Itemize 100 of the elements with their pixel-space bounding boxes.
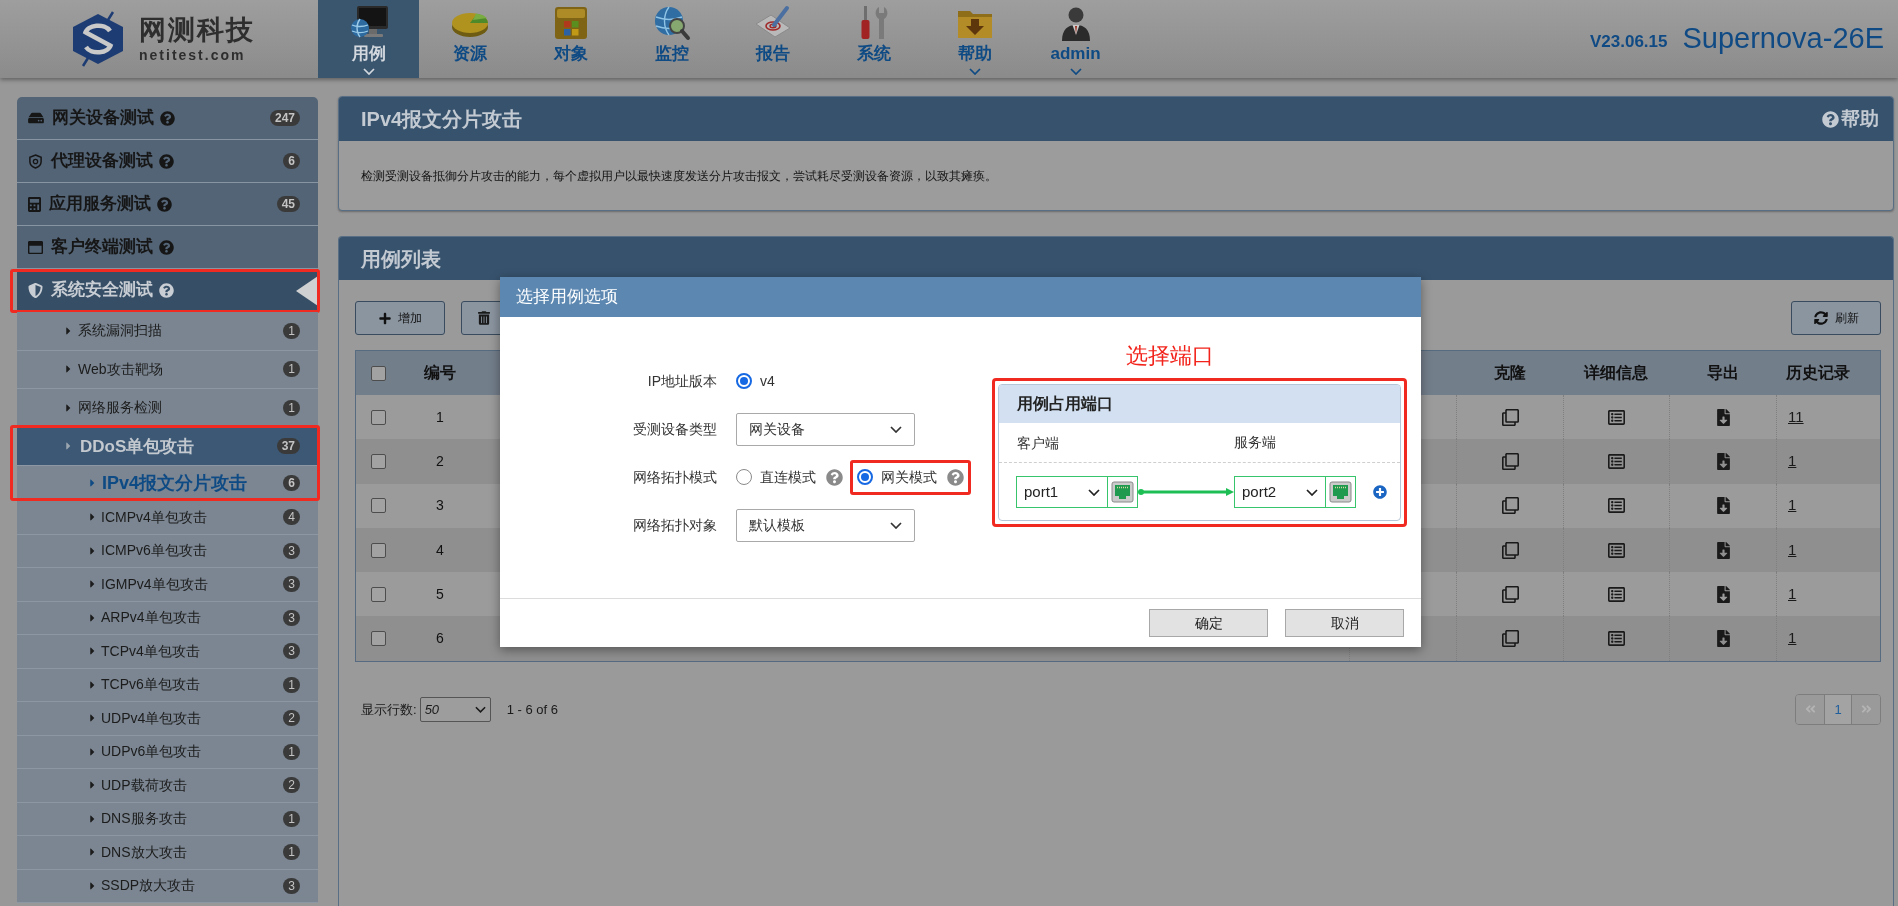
- list-icon[interactable]: [1608, 408, 1625, 426]
- shield-icon: [28, 153, 43, 169]
- select-field[interactable]: 默认模板: [736, 508, 915, 542]
- count-badge: 6: [283, 153, 300, 169]
- list-icon[interactable]: [1608, 630, 1625, 648]
- count-badge: 3: [283, 877, 300, 894]
- copy-icon[interactable]: [1501, 497, 1519, 515]
- select-field[interactable]: 网关设备: [736, 412, 915, 446]
- count-badge: 6: [283, 475, 300, 491]
- chevron-down-icon: [890, 521, 902, 529]
- help-icon[interactable]: [159, 239, 174, 255]
- port-panel-title: 用例占用端口: [1017, 394, 1113, 414]
- sidebar-category[interactable]: 代理设备测试 6: [17, 140, 318, 183]
- dialog-button[interactable]: 取消: [1285, 609, 1404, 637]
- select-all-checkbox[interactable]: [371, 365, 386, 381]
- product-name: Supernova-26E: [1682, 21, 1884, 57]
- sidebar-item[interactable]: DNS放大攻击 1: [17, 836, 318, 870]
- row-checkbox[interactable]: [371, 453, 386, 469]
- sidebar-item[interactable]: TCPv4单包攻击 3: [17, 635, 318, 669]
- sidebar-item[interactable]: UDPv4单包攻击 2: [17, 702, 318, 736]
- count-badge: 1: [283, 844, 300, 861]
- panel-title: 用例列表: [361, 246, 441, 272]
- help-icon[interactable]: [159, 153, 174, 169]
- shield-icon: [28, 282, 43, 298]
- sidebar-item[interactable]: ARPv4单包攻击 3: [17, 601, 318, 635]
- sidebar-item[interactable]: ICMPv6单包攻击 3: [17, 534, 318, 568]
- calculator-icon: [28, 196, 41, 212]
- sidebar-item[interactable]: DDoS单包攻击 37: [17, 427, 318, 466]
- help-icon[interactable]: [157, 196, 172, 212]
- history-link[interactable]: 11: [1788, 405, 1804, 429]
- sidebar-item[interactable]: UDP载荷攻击 2: [17, 769, 318, 803]
- chevron-down-icon: [474, 705, 486, 713]
- add-port-icon[interactable]: [1373, 485, 1387, 499]
- file-download-icon[interactable]: [1716, 497, 1730, 515]
- plus-icon: [378, 311, 391, 325]
- chevron-down-icon: [890, 425, 902, 433]
- logo-domain: netitest.com: [139, 47, 247, 63]
- table-cell-text: 5: [436, 584, 444, 604]
- sidebar-item[interactable]: ICMPv4单包攻击 4: [17, 501, 318, 535]
- radio-button[interactable]: [736, 373, 752, 389]
- file-download-icon[interactable]: [1716, 630, 1730, 648]
- sidebar-item[interactable]: TCPv6单包攻击 1: [17, 668, 318, 702]
- port-select[interactable]: port1: [1016, 476, 1107, 508]
- port-select[interactable]: port2: [1234, 476, 1325, 508]
- sidebar-item[interactable]: Web攻击靶场 1: [17, 350, 318, 389]
- chevron-down-icon: [968, 68, 981, 75]
- radio-label: 直连模式: [760, 467, 816, 487]
- row-checkbox[interactable]: [371, 631, 386, 647]
- version-label: V23.06.15: [1589, 31, 1668, 54]
- help-icon[interactable]: [947, 468, 964, 486]
- add-button[interactable]: 增加: [355, 301, 445, 335]
- copy-icon[interactable]: [1501, 452, 1519, 470]
- nav-tab[interactable]: 用例: [318, 0, 419, 78]
- sidebar-item[interactable]: SSDP放大攻击 3: [17, 869, 318, 903]
- sidebar-item[interactable]: UDPv6单包攻击 1: [17, 735, 318, 769]
- chevron-down-icon: [1088, 488, 1100, 496]
- count-badge: 1: [283, 361, 300, 378]
- list-icon[interactable]: [1608, 497, 1625, 515]
- file-download-icon[interactable]: [1716, 585, 1730, 603]
- file-download-icon[interactable]: [1716, 408, 1730, 426]
- help-icon[interactable]: [160, 110, 175, 126]
- sidebar-item[interactable]: IGMPv4单包攻击 3: [17, 568, 318, 602]
- radio-button[interactable]: [857, 469, 873, 485]
- table-cell-text: 4: [436, 540, 444, 560]
- column-header: 编号: [424, 363, 456, 383]
- list-icon[interactable]: [1608, 452, 1625, 470]
- history-link[interactable]: 1: [1788, 627, 1797, 650]
- count-badge: 1: [283, 322, 300, 339]
- count-badge: 3: [283, 542, 300, 559]
- list-icon[interactable]: [1608, 585, 1625, 603]
- help-icon: [1822, 110, 1839, 128]
- copy-icon[interactable]: [1501, 541, 1519, 559]
- copy-icon[interactable]: [1501, 585, 1519, 603]
- row-checkbox[interactable]: [371, 409, 386, 425]
- row-checkbox[interactable]: [371, 586, 386, 602]
- sidebar-item[interactable]: 网络服务检测 1: [17, 389, 318, 428]
- radio-button[interactable]: [736, 469, 752, 485]
- file-download-icon[interactable]: [1716, 541, 1730, 559]
- sidebar-category[interactable]: 网关设备测试 247: [17, 97, 318, 140]
- row-checkbox[interactable]: [371, 542, 386, 558]
- sidebar-item[interactable]: 系统漏洞扫描 1: [17, 312, 318, 351]
- history-link[interactable]: 1: [1788, 450, 1797, 473]
- double-chevron-left-icon: [1804, 703, 1816, 716]
- file-download-icon[interactable]: [1716, 452, 1730, 470]
- sidebar-item[interactable]: DNS服务攻击 1: [17, 802, 318, 836]
- sidebar-category[interactable]: 应用服务测试 45: [17, 183, 318, 226]
- refresh-button[interactable]: 刷新: [1791, 301, 1881, 335]
- dialog-button[interactable]: 确定: [1149, 609, 1268, 637]
- copy-icon[interactable]: [1501, 630, 1519, 648]
- history-link[interactable]: 1: [1788, 583, 1797, 606]
- page-size-select[interactable]: 50: [419, 696, 491, 722]
- help-link[interactable]: 帮助: [1822, 104, 1879, 134]
- history-link[interactable]: 1: [1788, 538, 1797, 562]
- history-link[interactable]: 1: [1788, 494, 1797, 517]
- list-icon[interactable]: [1608, 541, 1625, 559]
- chevron-down-icon: [1069, 68, 1082, 75]
- row-checkbox[interactable]: [371, 498, 386, 514]
- help-icon[interactable]: [826, 468, 843, 486]
- copy-icon[interactable]: [1501, 408, 1519, 426]
- help-icon[interactable]: [159, 282, 174, 298]
